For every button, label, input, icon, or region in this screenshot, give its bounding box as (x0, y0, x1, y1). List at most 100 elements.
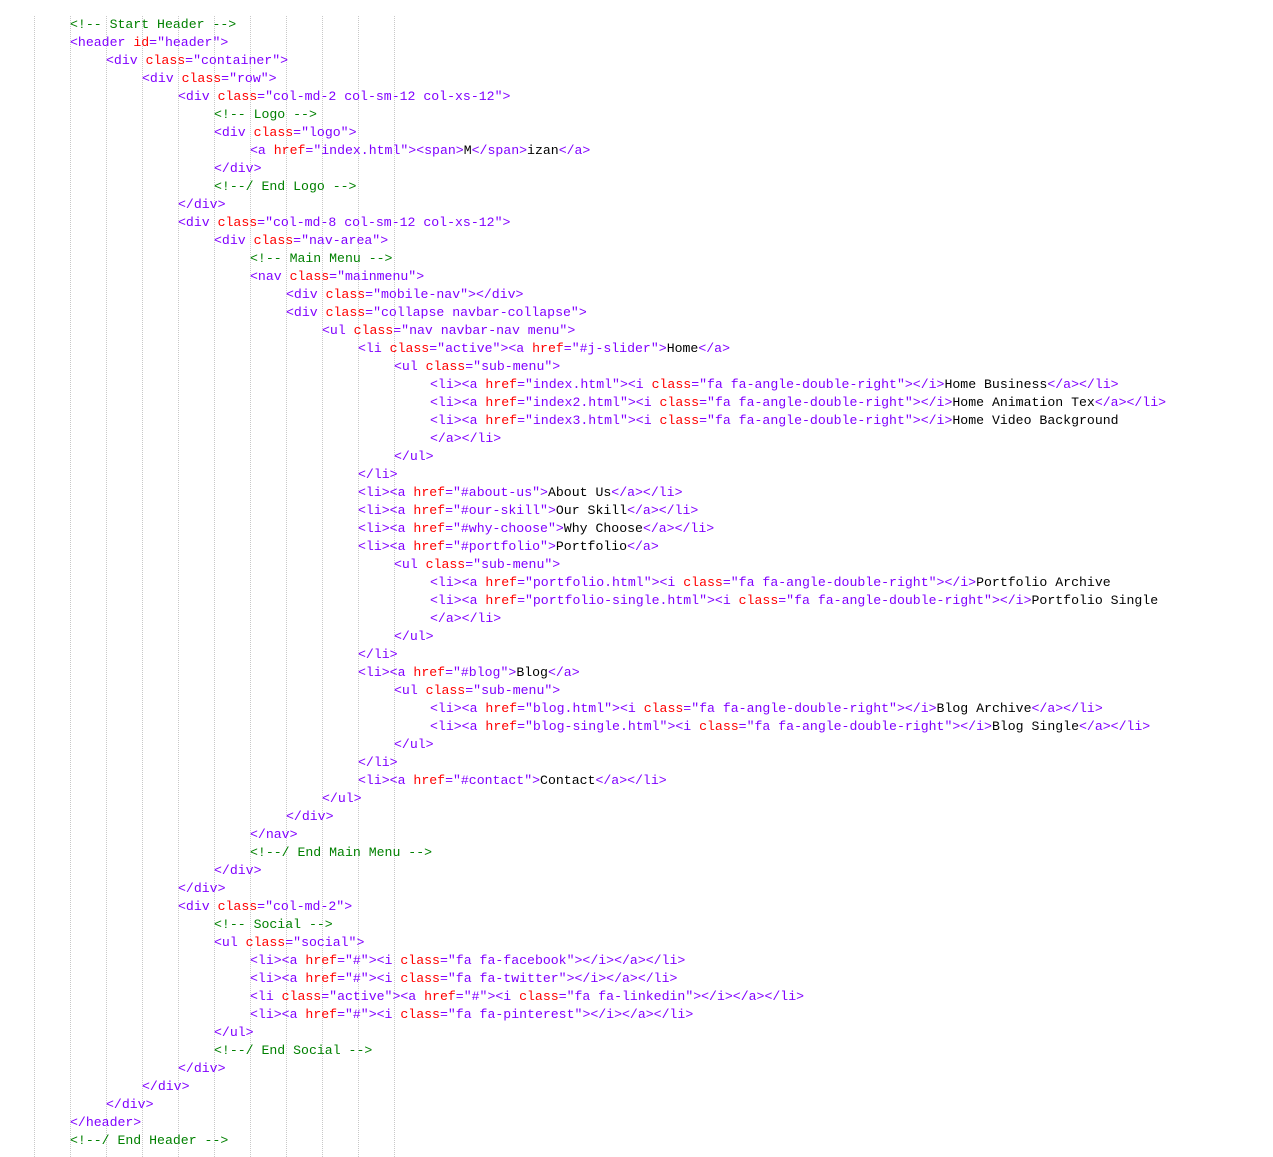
code-token: <ul (394, 359, 426, 374)
code-token: "social" (293, 935, 357, 950)
code-line: <div class="mobile-nav"></div> (286, 286, 523, 304)
code-token: ></i> (952, 719, 992, 734)
code-token: id (133, 35, 150, 50)
code-token: > (416, 269, 425, 284)
code-token: class (217, 89, 258, 104)
code-token: ><a (500, 341, 533, 356)
code-token: = (393, 323, 402, 338)
code-token: class (253, 125, 294, 140)
code-token: "fa fa-angle-double-right" (691, 701, 897, 716)
code-token: Blog Archive (936, 701, 1032, 716)
code-token: class (643, 701, 684, 716)
code-token: = (778, 593, 787, 608)
code-token: = (517, 413, 525, 428)
code-token: > (356, 935, 365, 950)
code-token: </a></li> (1094, 395, 1167, 410)
code-token: </a></li> (642, 521, 715, 536)
code-token: </a></li> (1047, 377, 1119, 392)
code-line: </a></li> (430, 610, 501, 628)
code-token: </div> (214, 161, 262, 176)
code-token: <li><a (430, 395, 486, 410)
code-line: </li> (358, 754, 398, 772)
code-token: href (485, 719, 518, 734)
code-token: "#" (344, 971, 369, 986)
code-token: Portfolio Single (1031, 593, 1159, 608)
code-token: ><i (368, 1007, 401, 1022)
code-token: > (380, 233, 389, 248)
code-token: <li><a (250, 953, 306, 968)
code-token: </ul> (322, 791, 362, 806)
code-token: class (245, 935, 286, 950)
code-token: = (439, 953, 448, 968)
code-token: = (257, 899, 266, 914)
code-token: = (699, 395, 708, 410)
code-token: </a></li> (430, 431, 502, 446)
code-token: = (285, 935, 294, 950)
code-token: </div> (286, 809, 334, 824)
code-token: </a></li> (595, 773, 667, 788)
code-token: <ul (394, 683, 426, 698)
code-token: </ul> (214, 1025, 254, 1040)
code-token: = (445, 773, 453, 788)
code-token: = (445, 665, 453, 680)
code-token: <!--/ End Main Menu --> (250, 845, 433, 860)
code-token: "fa fa-twitter" (447, 971, 567, 986)
code-token: > (502, 89, 511, 104)
code-token: = (517, 377, 525, 392)
code-token: "#about-us" (452, 485, 541, 500)
code-token: ></div> (468, 287, 524, 302)
code-token: class (353, 323, 394, 338)
code-token: > (578, 305, 587, 320)
code-token: Home Video Background (952, 413, 1119, 428)
code-line: </ul> (394, 736, 434, 754)
code-token: <!-- Social --> (214, 917, 333, 932)
code-token: ><i (627, 395, 660, 410)
code-line: <li><a href="blog-single.html"><i class=… (430, 718, 1150, 736)
code-token: href (413, 503, 446, 518)
code-token: </div> (178, 881, 226, 896)
code-token: </div> (142, 1079, 190, 1094)
code-token: "active" (437, 341, 501, 356)
code-token: Why Choose (563, 521, 643, 536)
code-token: <li><a (358, 539, 414, 554)
code-token: "#j-slider" (571, 341, 659, 356)
code-token: "#blog" (452, 665, 509, 680)
code-line: <div class="row"> (142, 70, 277, 88)
code-token: "container" (193, 53, 281, 68)
code-token: = (365, 287, 374, 302)
code-line: <!-- Social --> (214, 916, 333, 934)
code-token: > (540, 485, 548, 500)
indent-guide (70, 16, 71, 1157)
code-token: "fa fa-angle-double-right" (699, 377, 905, 392)
code-token: ></i></a></li> (566, 971, 678, 986)
code-line: </ul> (322, 790, 362, 808)
code-token: class (289, 269, 330, 284)
code-token: > (658, 341, 667, 356)
code-line: </div> (214, 160, 261, 178)
code-line: <!-- Logo --> (214, 106, 317, 124)
code-token: About Us (547, 485, 612, 500)
code-token: = (337, 1007, 345, 1022)
code-line: </div> (178, 880, 225, 898)
code-token: > (547, 503, 556, 518)
code-token: ></i> (991, 593, 1032, 608)
code-line: </div> (178, 1060, 225, 1078)
code-token: href (413, 485, 446, 500)
code-token: href (305, 953, 338, 968)
code-token: class (389, 341, 430, 356)
code-token: <!--/ End Header --> (70, 1133, 229, 1148)
code-token: class (325, 287, 366, 302)
code-token: class (425, 683, 466, 698)
code-token: "fa fa-angle-double-right" (707, 413, 913, 428)
code-token: = (445, 485, 453, 500)
code-editor[interactable]: <!-- Start Header --> <header id="header"… (0, 0, 1273, 1157)
code-token: "#contact" (452, 773, 533, 788)
code-line: <!--/ End Social --> (214, 1042, 372, 1060)
code-line: <!--/ End Logo --> (214, 178, 356, 196)
code-line: </nav> (250, 826, 297, 844)
code-token: ><a (392, 989, 425, 1004)
code-line: <li><a href="#why-choose">Why Choose</a>… (358, 520, 714, 538)
code-token: = (185, 53, 194, 68)
code-line: <li><a href="#blog">Blog</a> (358, 664, 580, 682)
code-token: "col-md-2" (265, 899, 345, 914)
